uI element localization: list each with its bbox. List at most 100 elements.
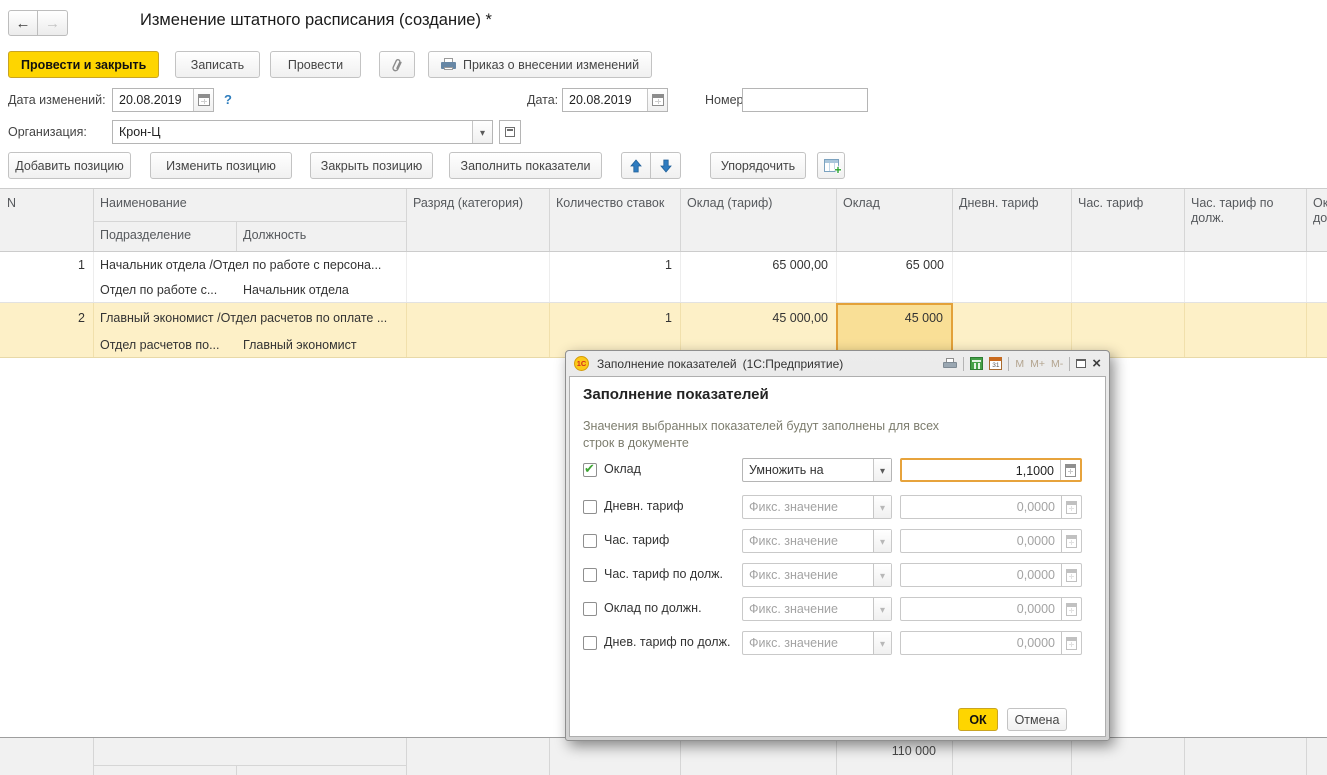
- cell-name[interactable]: Начальник отдела /Отдел по работе с перс…: [100, 258, 403, 272]
- calculator-icon[interactable]: [970, 357, 983, 370]
- mode-select[interactable]: Умножить на: [742, 458, 892, 482]
- column-header-n[interactable]: N: [7, 196, 16, 211]
- change-form-button[interactable]: [817, 152, 845, 179]
- table-plus-icon: [824, 159, 839, 172]
- calculator-button[interactable]: [1060, 460, 1080, 480]
- value-field-value[interactable]: 1,1000: [902, 460, 1060, 480]
- add-position-button[interactable]: Добавить позицию: [8, 152, 131, 179]
- forward-button[interactable]: [38, 10, 68, 36]
- organization-label: Организация:: [8, 125, 87, 139]
- cancel-button[interactable]: Отмена: [1007, 708, 1067, 731]
- indicator-row-salary: Оклад Умножить на 1,1000: [583, 458, 1082, 482]
- cell-name[interactable]: Главный экономист /Отдел расчетов по опл…: [100, 311, 403, 325]
- column-header-hour-tariff-pos[interactable]: Час. тариф по долж.: [1191, 196, 1297, 226]
- ok-button[interactable]: ОК: [958, 708, 998, 731]
- attachments-button[interactable]: [379, 51, 415, 78]
- column-header-name[interactable]: Наименование: [100, 196, 187, 211]
- column-header-position[interactable]: Должность: [243, 228, 306, 243]
- change-date-field[interactable]: 20.08.2019: [112, 88, 214, 112]
- column-header-salary[interactable]: Оклад: [843, 196, 880, 211]
- print-icon[interactable]: [943, 358, 957, 370]
- cell-n[interactable]: 2: [0, 311, 85, 325]
- close-position-button[interactable]: Закрыть позицию: [310, 152, 433, 179]
- selected-cell[interactable]: 45 000: [836, 303, 953, 357]
- chevron-down-icon: [880, 634, 885, 652]
- date-value[interactable]: 20.08.2019: [563, 93, 647, 107]
- mode-select-dropdown-button: [873, 632, 891, 654]
- mode-select-disabled: Фикс. значение: [742, 563, 892, 587]
- indicator-label[interactable]: Оклад: [604, 458, 735, 477]
- back-button[interactable]: [8, 10, 38, 36]
- table-row[interactable]: 1 Начальник отдела /Отдел по работе с пе…: [0, 252, 1327, 303]
- checkbox-unchecked[interactable]: [583, 534, 597, 548]
- value-field-value: 0,0000: [901, 598, 1061, 620]
- indicator-label[interactable]: Оклад по должн.: [604, 597, 735, 616]
- memory-m-button[interactable]: M: [1015, 358, 1024, 370]
- date-calendar-button[interactable]: [647, 89, 667, 111]
- cell-salary[interactable]: 65 000: [843, 258, 944, 272]
- organization-value[interactable]: Крон-Ц: [113, 125, 472, 139]
- checkbox-checked[interactable]: [583, 463, 597, 477]
- cell-position[interactable]: Начальник отдела: [243, 283, 401, 297]
- paperclip-icon: [388, 55, 406, 75]
- date-field[interactable]: 20.08.2019: [562, 88, 668, 112]
- change-date-calendar-button[interactable]: [193, 89, 213, 111]
- number-field[interactable]: [742, 88, 868, 112]
- column-header-salary-tariff[interactable]: Оклад (тариф): [687, 196, 772, 211]
- column-header-day-tariff[interactable]: Дневн. тариф: [959, 196, 1039, 211]
- checkbox-unchecked[interactable]: [583, 602, 597, 616]
- checkbox-unchecked[interactable]: [583, 500, 597, 514]
- organization-dropdown-button[interactable]: [472, 121, 492, 143]
- help-icon[interactable]: ?: [224, 92, 232, 107]
- cell-position[interactable]: Главный экономист: [243, 338, 401, 352]
- mode-select-dropdown-button[interactable]: [873, 459, 891, 481]
- memory-m-plus-button[interactable]: M+: [1030, 358, 1045, 370]
- move-up-button[interactable]: [621, 152, 651, 179]
- order-print-button[interactable]: Приказ о внесении изменений: [428, 51, 652, 78]
- checkbox-unchecked[interactable]: [583, 568, 597, 582]
- indicator-label[interactable]: Час. тариф по долж.: [604, 563, 735, 582]
- fill-indicators-button[interactable]: Заполнить показатели: [449, 152, 602, 179]
- sort-button[interactable]: Упорядочить: [710, 152, 806, 179]
- calculator-icon: [1065, 464, 1076, 477]
- save-button[interactable]: Записать: [175, 51, 260, 78]
- post-button[interactable]: Провести: [270, 51, 361, 78]
- cell-n[interactable]: 1: [0, 258, 85, 272]
- dialog-titlebar[interactable]: 1С Заполнение показателей (1С:Предприяти…: [569, 351, 1106, 376]
- cell-department[interactable]: Отдел расчетов по...: [100, 338, 230, 352]
- cell-rate-count[interactable]: 1: [556, 311, 672, 325]
- dialog-titlebar-icons: 31 M M+ M-: [943, 355, 1101, 373]
- cell-department[interactable]: Отдел по работе с...: [100, 283, 230, 297]
- calendar-31-icon[interactable]: 31: [989, 357, 1002, 370]
- memory-m-minus-button[interactable]: M-: [1051, 358, 1063, 370]
- indicator-label[interactable]: Час. тариф: [604, 529, 735, 548]
- post-and-close-button[interactable]: Провести и закрыть: [8, 51, 159, 78]
- cell-salary-tariff[interactable]: 65 000,00: [687, 258, 828, 272]
- cell-salary[interactable]: 45 000: [838, 311, 943, 325]
- column-header-hour-tariff[interactable]: Час. тариф: [1078, 196, 1143, 211]
- column-header-grade[interactable]: Разряд (категория): [413, 196, 523, 211]
- value-field-value: 0,0000: [901, 564, 1061, 586]
- column-header-salary-pos[interactable]: Оклад по долж.: [1313, 196, 1327, 226]
- mode-select-disabled: Фикс. значение: [742, 495, 892, 519]
- edit-position-button[interactable]: Изменить позицию: [150, 152, 292, 179]
- checkbox-unchecked[interactable]: [583, 636, 597, 650]
- close-icon[interactable]: [1092, 355, 1101, 373]
- indicator-label[interactable]: Дневн. тариф: [604, 495, 735, 514]
- dialog-description: Значения выбранных показателей будут зап…: [583, 418, 939, 452]
- column-header-department[interactable]: Подразделение: [100, 228, 191, 243]
- indicator-row-hour-tariff-pos: Час. тариф по долж. Фикс. значение 0,000…: [583, 563, 1082, 587]
- chevron-down-icon: [880, 600, 885, 618]
- organization-open-button[interactable]: [499, 120, 521, 144]
- change-date-value[interactable]: 20.08.2019: [113, 93, 193, 107]
- value-field-active[interactable]: 1,1000: [900, 458, 1082, 482]
- indicator-row-day-tariff-pos: Днев. тариф по долж. Фикс. значение 0,00…: [583, 631, 1082, 655]
- restore-window-icon[interactable]: [1076, 359, 1086, 368]
- organization-field[interactable]: Крон-Ц: [112, 120, 493, 144]
- indicator-label[interactable]: Днев. тариф по долж.: [604, 631, 735, 650]
- move-down-button[interactable]: [651, 152, 681, 179]
- cell-salary-tariff[interactable]: 45 000,00: [687, 311, 828, 325]
- column-header-rate-count[interactable]: Количество ставок: [556, 196, 664, 211]
- chevron-down-icon: [480, 123, 485, 141]
- cell-rate-count[interactable]: 1: [556, 258, 672, 272]
